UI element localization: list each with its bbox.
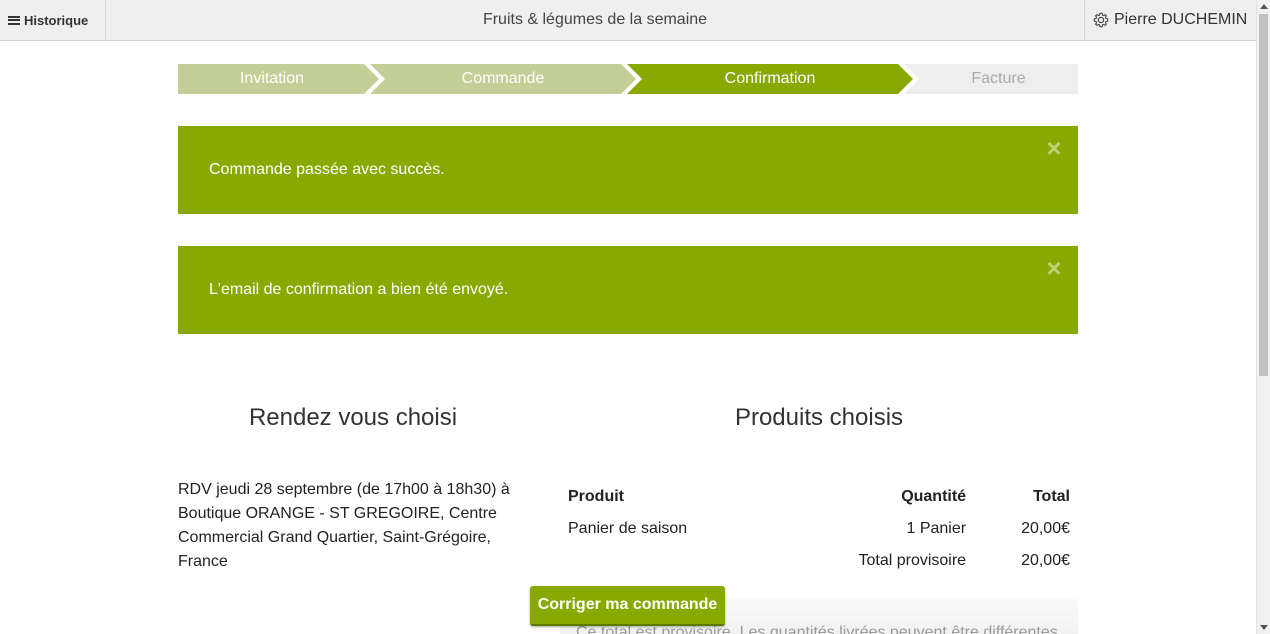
- subtotal-label: Total provisoire: [858, 552, 967, 569]
- scroll-down-icon[interactable]: [1260, 625, 1268, 630]
- step-invitation: Invitation: [239, 70, 305, 87]
- table-row: Panier de saison 1 Panier 20,00€: [560, 513, 1078, 545]
- top-bar: Historique Fruits & légumes de la semain…: [0, 0, 1256, 41]
- history-menu-label: Historique: [24, 12, 89, 28]
- history-menu-button[interactable]: Historique: [0, 0, 106, 40]
- step-facture: Facture: [971, 70, 1026, 87]
- order-progress-steps: Invitation Commande Confirmation Facture: [178, 64, 1078, 94]
- email-sent-alert: L'email de confirmation a bien été envoy…: [178, 246, 1078, 334]
- close-icon[interactable]: ×: [1042, 255, 1066, 281]
- column-header-product: Produit: [568, 488, 624, 505]
- scroll-up-icon[interactable]: [1260, 4, 1268, 9]
- appointment-heading: Rendez vous choisi: [248, 404, 458, 431]
- alert-message: L'email de confirmation a bien été envoy…: [209, 281, 509, 298]
- subtotal-row: Total provisoire 20,00€: [560, 545, 1078, 577]
- step-confirmation: Confirmation: [724, 70, 816, 87]
- page-title: Fruits & légumes de la semaine: [482, 11, 708, 28]
- gear-icon: [1093, 12, 1109, 28]
- user-menu-button[interactable]: Pierre DUCHEMIN: [1084, 0, 1256, 40]
- alert-message: Commande passée avec succès.: [209, 161, 445, 178]
- hamburger-icon: [8, 15, 20, 25]
- column-header-total: Total: [1032, 488, 1070, 505]
- subtotal-value: 20,00€: [1021, 552, 1070, 569]
- success-alert: Commande passée avec succès. ×: [178, 126, 1078, 214]
- close-icon[interactable]: ×: [1042, 135, 1066, 161]
- correct-order-button[interactable]: Corriger ma commande: [530, 586, 725, 626]
- products-table: Produit Quantité Total Panier de saison …: [560, 481, 1078, 577]
- scrollbar-thumb[interactable]: [1259, 14, 1268, 376]
- user-name: Pierre DUCHEMIN: [1114, 11, 1248, 28]
- appointment-details: RDV jeudi 28 septembre (de 17h00 à 18h30…: [178, 481, 510, 570]
- vertical-scrollbar[interactable]: [1256, 0, 1270, 634]
- column-header-quantity: Quantité: [901, 488, 967, 505]
- product-total: 20,00€: [1021, 520, 1070, 537]
- product-name: Panier de saison: [568, 520, 688, 537]
- product-quantity: 1 Panier: [906, 520, 967, 537]
- products-heading: Produits choisis: [734, 404, 904, 431]
- step-commande: Commande: [461, 70, 545, 87]
- table-header-row: Produit Quantité Total: [560, 481, 1078, 513]
